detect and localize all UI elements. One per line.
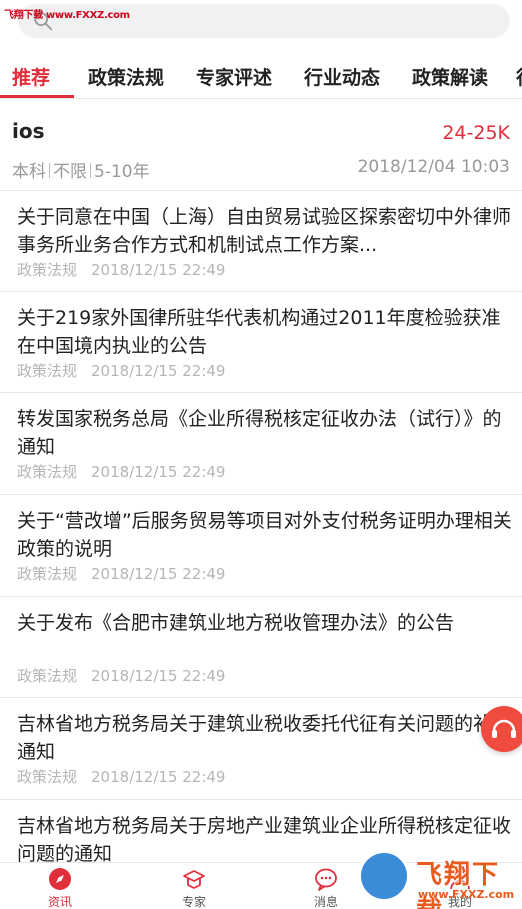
- list-item[interactable]: 转发国家税务总局《企业所得税核定征收办法（试行）》的通知 政策法规 2018/12…: [0, 393, 522, 495]
- compass-icon: [49, 868, 71, 890]
- article-date: 2018/12/15 22:49: [91, 362, 226, 380]
- divider: [90, 163, 91, 178]
- category-tabs: 推荐 政策法规 专家评述 行业动态 政策解读 行: [0, 50, 522, 99]
- list-item[interactable]: 关于219家外国律所驻华代表机构通过2011年度检验获准在中国境内执业的公告 政…: [0, 292, 522, 393]
- nav-label: 资讯: [47, 895, 72, 909]
- nav-label: 消息: [313, 895, 338, 909]
- article-date: 2018/12/15 22:49: [91, 667, 226, 685]
- job-location: 不限: [53, 162, 87, 182]
- top-bar: 飞翔下载 www.FXXZ.com: [0, 0, 522, 50]
- active-tab-indicator: [0, 95, 74, 98]
- article-date: 2018/12/15 22:49: [91, 565, 226, 583]
- job-experience: 5-10年: [94, 162, 150, 182]
- tab-partial[interactable]: 行: [516, 63, 522, 90]
- divider: [49, 163, 50, 178]
- article-meta: 政策法规 2018/12/15 22:49: [17, 360, 225, 381]
- job-requirements: 本科 不限 5-10年: [12, 157, 150, 182]
- watermark-circle: [358, 850, 410, 902]
- article-date: 2018/12/15 22:49: [91, 768, 226, 786]
- job-education: 本科: [12, 162, 46, 182]
- article-category: 政策法规: [17, 362, 78, 380]
- headset-icon: [492, 719, 516, 738]
- article-title: 吉林省地方税务局关于建筑业税收委托代征有关问题的补充通知: [17, 713, 512, 763]
- nav-messages[interactable]: 消息: [296, 866, 356, 909]
- list-item[interactable]: 吉林省地方税务局关于建筑业税收委托代征有关问题的补充通知 政策法规 2018/12…: [0, 698, 522, 800]
- article-meta: 政策法规 2018/12/15 22:49: [17, 563, 225, 584]
- customer-service-button[interactable]: [481, 706, 522, 752]
- article-category: 政策法规: [17, 667, 78, 685]
- article-meta: 政策法规 2018/12/15 22:49: [17, 461, 225, 482]
- list-item[interactable]: 关于同意在中国（上海）自由贸易试验区探索密切中外律师事务所业务合作方式和机制试点…: [0, 191, 522, 292]
- article-title: 关于发布《合肥市建筑业地方税收管理办法》的公告: [17, 612, 455, 634]
- watermark-url: www.FXXZ.com: [418, 888, 515, 901]
- article-category: 政策法规: [17, 768, 78, 786]
- article-title: 关于同意在中国（上海）自由贸易试验区探索密切中外律师事务所业务合作方式和机制试点…: [17, 206, 512, 256]
- tab-policy-interpretation[interactable]: 政策解读: [412, 63, 488, 90]
- job-card[interactable]: ios 24-25K 本科 不限 5-10年 2018/12/04 10:03: [0, 99, 522, 191]
- article-category: 政策法规: [17, 463, 78, 481]
- article-title: 转发国家税务总局《企业所得税核定征收办法（试行）》的通知: [17, 408, 502, 458]
- article-meta: 政策法规 2018/12/15 22:49: [17, 259, 225, 280]
- nav-experts[interactable]: 专家: [164, 866, 224, 909]
- job-post-time: 2018/12/04 10:03: [357, 157, 510, 177]
- chat-bubble-icon: [315, 868, 337, 891]
- article-date: 2018/12/15 22:49: [91, 261, 226, 279]
- job-title: ios: [12, 119, 45, 143]
- article-title: 关于219家外国律所驻华代表机构通过2011年度检验获准在中国境内执业的公告: [17, 307, 501, 357]
- tab-industry-news[interactable]: 行业动态: [304, 63, 380, 90]
- watermark-logo: 飞翔下载 www.FXXZ.com: [358, 848, 522, 909]
- article-date: 2018/12/15 22:49: [91, 463, 226, 481]
- tab-expert-review[interactable]: 专家评述: [196, 63, 272, 90]
- tab-policy-regulations[interactable]: 政策法规: [88, 63, 164, 90]
- article-meta: 政策法规 2018/12/15 22:49: [17, 665, 225, 686]
- list-item[interactable]: 关于“营改增”后服务贸易等项目对外支付税务证明办理相关政策的说明 政策法规 201…: [0, 495, 522, 597]
- article-category: 政策法规: [17, 565, 78, 583]
- graduation-cap-icon: [183, 870, 205, 889]
- article-title: 关于“营改增”后服务贸易等项目对外支付税务证明办理相关政策的说明: [17, 510, 512, 560]
- job-salary: 24-25K: [442, 122, 510, 144]
- article-category: 政策法规: [17, 261, 78, 279]
- watermark-top: 飞翔下载 www.FXXZ.com: [4, 10, 130, 21]
- article-meta: 政策法规 2018/12/15 22:49: [17, 766, 225, 787]
- list-item[interactable]: 关于发布《合肥市建筑业地方税收管理办法》的公告 政策法规 2018/12/15 2…: [0, 597, 522, 698]
- nav-label: 专家: [181, 895, 206, 909]
- tab-recommend[interactable]: 推荐: [12, 63, 50, 90]
- nav-news[interactable]: 资讯: [30, 866, 90, 909]
